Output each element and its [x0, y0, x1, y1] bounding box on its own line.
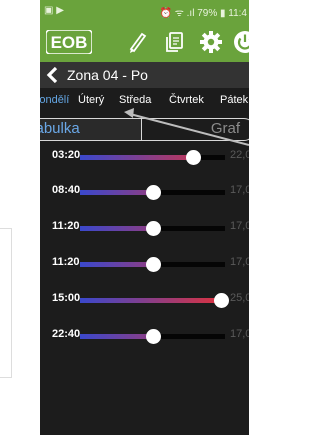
tab-graph[interactable]: Graf — [142, 118, 249, 141]
schedule-row: 11:20 17,0 — [40, 216, 249, 240]
tab-table-label: Tabulka — [40, 120, 80, 137]
schedule-row: 11:20 17,0 — [40, 252, 249, 276]
zone-title: Zona 04 - Po — [67, 67, 148, 83]
schedule-temperature: 17,0 — [230, 256, 249, 268]
gear-icon[interactable] — [199, 30, 223, 54]
tab-table[interactable]: Tabulka — [40, 118, 142, 141]
slider-thumb[interactable] — [145, 257, 161, 272]
slider-fill — [80, 226, 153, 231]
day-tabs: Pondělí Úterý Středa Čtvrtek Pátek — [40, 88, 249, 112]
schedule-row: 03:20 22,0 — [40, 145, 249, 169]
slider-thumb[interactable] — [145, 329, 161, 344]
schedule-temperature: 22,0 — [230, 149, 249, 161]
schedule-time[interactable]: 03:20 — [52, 149, 80, 161]
temperature-slider[interactable] — [80, 150, 225, 165]
schedule-temperature: 17,0 — [230, 184, 249, 196]
schedule-time[interactable]: 08:40 — [52, 184, 80, 196]
edit-icon[interactable] — [126, 30, 148, 54]
tab-tuesday[interactable]: Úterý — [78, 94, 104, 106]
temperature-slider[interactable] — [80, 257, 225, 272]
slider-fill — [80, 334, 153, 339]
schedule-row: 22:40 17,0 — [40, 324, 249, 348]
schedule-row: 15:00 25,0 — [40, 288, 249, 312]
schedule-time[interactable]: 11:20 — [52, 256, 80, 268]
slider-thumb[interactable] — [145, 185, 161, 200]
schedule-temperature: 17,0 — [230, 220, 249, 232]
power-icon[interactable] — [234, 30, 249, 54]
slider-fill — [80, 155, 194, 160]
chevron-left-icon[interactable] — [45, 67, 59, 83]
temperature-slider[interactable] — [80, 221, 225, 236]
temperature-slider[interactable] — [80, 185, 225, 200]
slider-thumb[interactable] — [145, 221, 161, 236]
svg-text:EOB: EOB — [51, 33, 88, 52]
schedule-temperature: 17,0 — [230, 328, 249, 340]
status-left-icons: ▣ ▶ — [44, 5, 64, 16]
tab-friday[interactable]: Pátek — [220, 94, 248, 106]
status-bar: ▣ ▶ ⏰ ᯤ .ıl 79% ▮ 11:4 — [40, 0, 249, 22]
tab-wednesday[interactable]: Středa — [119, 94, 151, 106]
annotation-callout-box — [0, 228, 12, 378]
slider-fill — [80, 190, 153, 195]
zone-header: Zona 04 - Po — [40, 62, 249, 88]
slider-fill — [80, 298, 221, 303]
slider-thumb[interactable] — [213, 293, 229, 308]
slider-fill — [80, 262, 153, 267]
schedule-temperature: 25,0 — [230, 292, 249, 304]
slider-thumb[interactable] — [186, 150, 202, 165]
tab-thursday[interactable]: Čtvrtek — [169, 94, 204, 106]
schedule-row: 08:40 17,0 — [40, 180, 249, 204]
copy-icon[interactable] — [164, 30, 186, 54]
eob-logo: EOB — [46, 30, 92, 54]
app-bar: EOB — [40, 22, 249, 62]
tab-graph-label: Graf — [210, 120, 240, 137]
view-toggle: Tabulka Graf — [40, 118, 249, 141]
schedule-time[interactable]: 15:00 — [52, 292, 80, 304]
temperature-slider[interactable] — [80, 329, 225, 344]
schedule-time[interactable]: 22:40 — [52, 328, 80, 340]
schedule-time[interactable]: 11:20 — [52, 220, 80, 232]
temperature-slider[interactable] — [80, 293, 229, 308]
status-right-info: ⏰ ᯤ .ıl 79% ▮ 11:4 — [159, 8, 248, 19]
tab-monday[interactable]: Pondělí — [40, 94, 69, 106]
phone-screen: ▣ ▶ ⏰ ᯤ .ıl 79% ▮ 11:4 EOB Zona 04 - Po … — [40, 0, 249, 435]
